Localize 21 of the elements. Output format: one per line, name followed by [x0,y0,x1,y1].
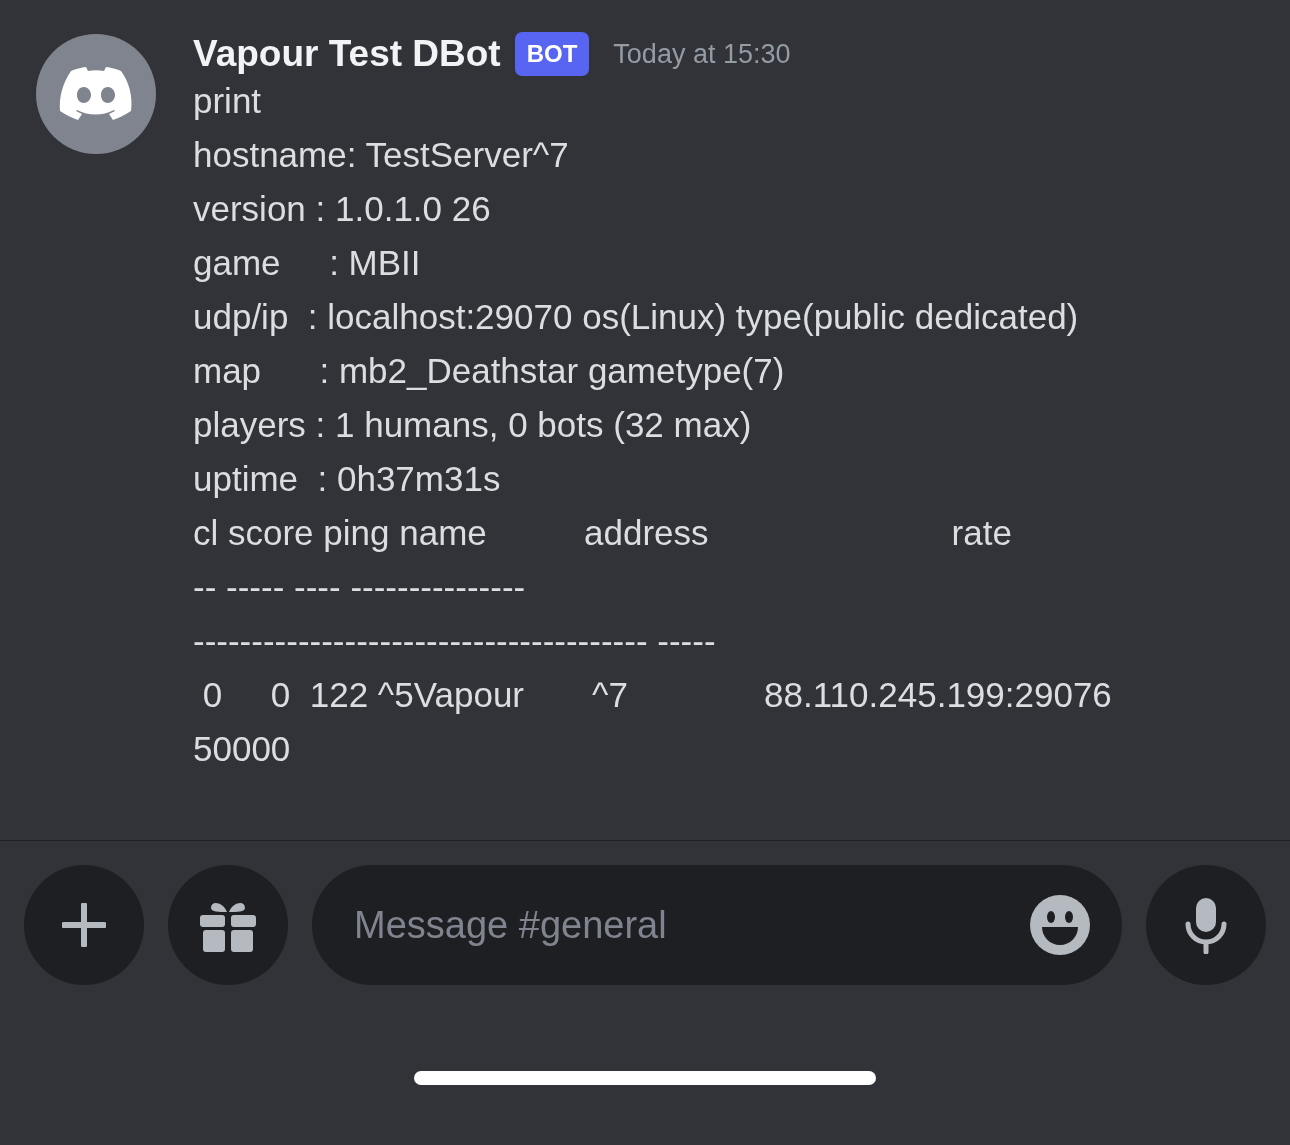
message-line: map : mb2_Deathstar gametype(7) [193,350,786,392]
message-line: 0 0 122 ^5Vapour ^7 88.110.245.199:29076 [201,674,1112,716]
message-input[interactable]: Message #general [312,865,1122,985]
message-line: print [193,80,263,122]
message-line: uptime : 0h37m31s [193,458,502,500]
message-line: 50000 [193,728,292,770]
message-line: --------------------------------------- ----- [193,620,717,662]
author-name[interactable]: Vapour Test DBot [193,33,501,75]
message-line: players : 1 humans, 0 bots (32 max) [193,404,753,446]
message-line: hostname: TestServer^7 [193,134,570,176]
microphone-icon [1184,896,1228,954]
controller-logo-icon [59,66,133,122]
message-line: -- ----- ---- --------------- [193,566,527,608]
message-line: game : MBII [193,242,422,284]
bot-tag: BOT [514,32,590,76]
message-line: cl score ping name address rate [193,512,1013,554]
message-line: version : 1.0.1.0 26 [193,188,492,230]
message-timestamp: Today at 15:30 [613,38,791,70]
smiley-icon[interactable] [1030,895,1090,955]
plus-icon [62,903,106,947]
message-line: udp/ip : localhost:29070 os(Linux) type(public dedicated) [193,296,1080,338]
